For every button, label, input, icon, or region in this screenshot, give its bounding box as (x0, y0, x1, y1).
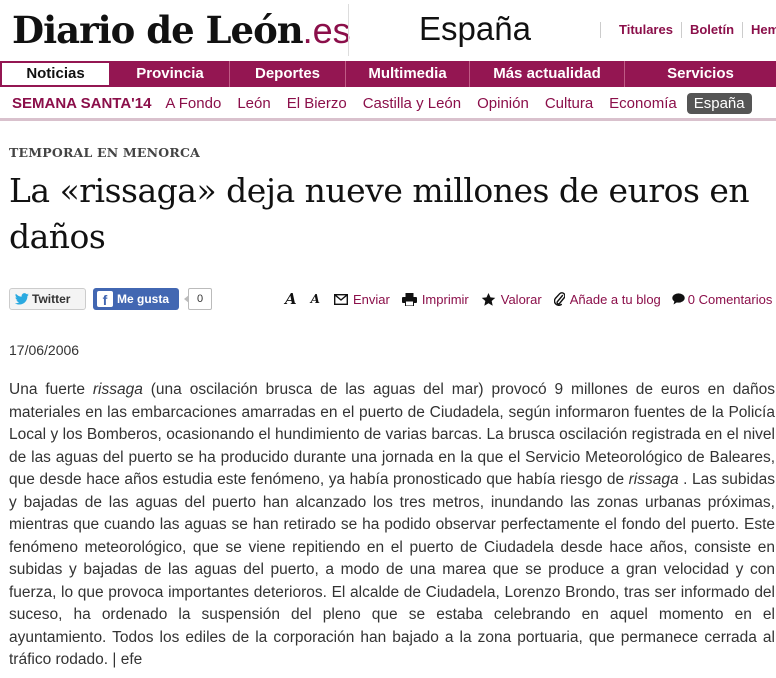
nav-noticias[interactable]: Noticias (0, 61, 111, 87)
rate-label: Valorar (500, 291, 542, 307)
send-link[interactable]: Enviar (333, 291, 390, 307)
nav-servicios[interactable]: Servicios (625, 61, 776, 87)
facebook-like-label: Me gusta (117, 292, 170, 306)
print-link[interactable]: Imprimir (401, 291, 469, 307)
article-body-italic-term: rissaga (92, 381, 143, 398)
subnav-el-bierzo[interactable]: El Bierzo (279, 95, 355, 112)
nav-mas-actualidad[interactable]: Más actualidad (470, 61, 625, 87)
twitter-button[interactable]: Twitter (9, 288, 86, 310)
subnav-opinion[interactable]: Opinión (469, 95, 537, 112)
comments-label: 0 Comentarios (687, 291, 773, 307)
subnav-economia[interactable]: Economía (601, 95, 685, 112)
article-headline: La «rissaga» deja nueve millones de euro… (9, 171, 750, 256)
twitter-bird-icon (15, 293, 29, 305)
article-date: 17/06/2006 (9, 342, 80, 358)
nav-provincia[interactable]: Provincia (111, 61, 230, 87)
subnav-leon[interactable]: León (229, 95, 278, 112)
speech-bubble-icon (672, 293, 685, 305)
logo-tld-text: .es (302, 10, 351, 51)
facebook-like-button[interactable]: f Me gusta (93, 288, 179, 310)
comments-link[interactable]: 0 Comentarios (672, 291, 773, 307)
subnav-semana-santa[interactable]: SEMANA SANTA'14 (0, 95, 157, 112)
nav-deportes[interactable]: Deportes (230, 61, 346, 87)
site-logo[interactable]: Diario de León.es (12, 8, 351, 52)
top-link-hemeroteca[interactable]: Hem (742, 22, 776, 38)
edition-title: España (419, 10, 531, 47)
nav-multimedia[interactable]: Multimedia (346, 61, 470, 87)
subnav-castilla-y-leon[interactable]: Castilla y León (355, 95, 469, 112)
article-body-text: Una fuerte (9, 381, 93, 398)
article-body-italic-term: rissaga (628, 471, 679, 488)
add-to-blog-label: Añade a tu blog (569, 291, 661, 307)
print-label: Imprimir (421, 291, 469, 307)
top-links: Titulares Boletín Hem (600, 22, 776, 38)
share-bar: Twitter f Me gusta 0 A A Enviar Imprimir… (9, 287, 776, 311)
site-header: Diario de León.es España Titulares Bolet… (0, 0, 776, 60)
add-to-blog-link[interactable]: Añade a tu blog (553, 291, 661, 307)
article-tools: A A Enviar Imprimir Valorar Añade a tu b… (285, 290, 772, 308)
subnav-cultura[interactable]: Cultura (537, 95, 601, 112)
logo-main-text: Diario de León (12, 8, 304, 52)
printer-icon (401, 292, 417, 306)
header-divider (348, 4, 349, 56)
facebook-like-count: 0 (184, 288, 212, 310)
envelope-icon (333, 293, 348, 305)
font-increase-button[interactable]: A (285, 290, 297, 308)
twitter-label: Twitter (32, 292, 71, 306)
rate-link[interactable]: Valorar (481, 292, 542, 307)
article-body: Una fuerte rissaga (una oscilación brusc… (9, 379, 775, 672)
article-body-text: . Las subidas y bajadas de las aguas del… (9, 471, 775, 668)
top-link-boletin[interactable]: Boletín (680, 22, 742, 38)
primary-nav: Noticias Provincia Deportes Multimedia M… (0, 61, 776, 87)
send-label: Enviar (352, 291, 390, 307)
subnav-espana[interactable]: España (686, 92, 752, 114)
star-icon (481, 292, 496, 307)
font-decrease-button[interactable]: A (311, 292, 320, 306)
top-link-titulares[interactable]: Titulares (600, 22, 681, 38)
subnav-a-fondo[interactable]: A Fondo (157, 95, 229, 112)
paperclip-icon (553, 292, 565, 306)
facebook-icon: f (97, 291, 113, 308)
article-kicker: TEMPORAL EN MENORCA (9, 145, 201, 160)
secondary-nav: SEMANA SANTA'14 A Fondo León El Bierzo C… (0, 88, 776, 121)
